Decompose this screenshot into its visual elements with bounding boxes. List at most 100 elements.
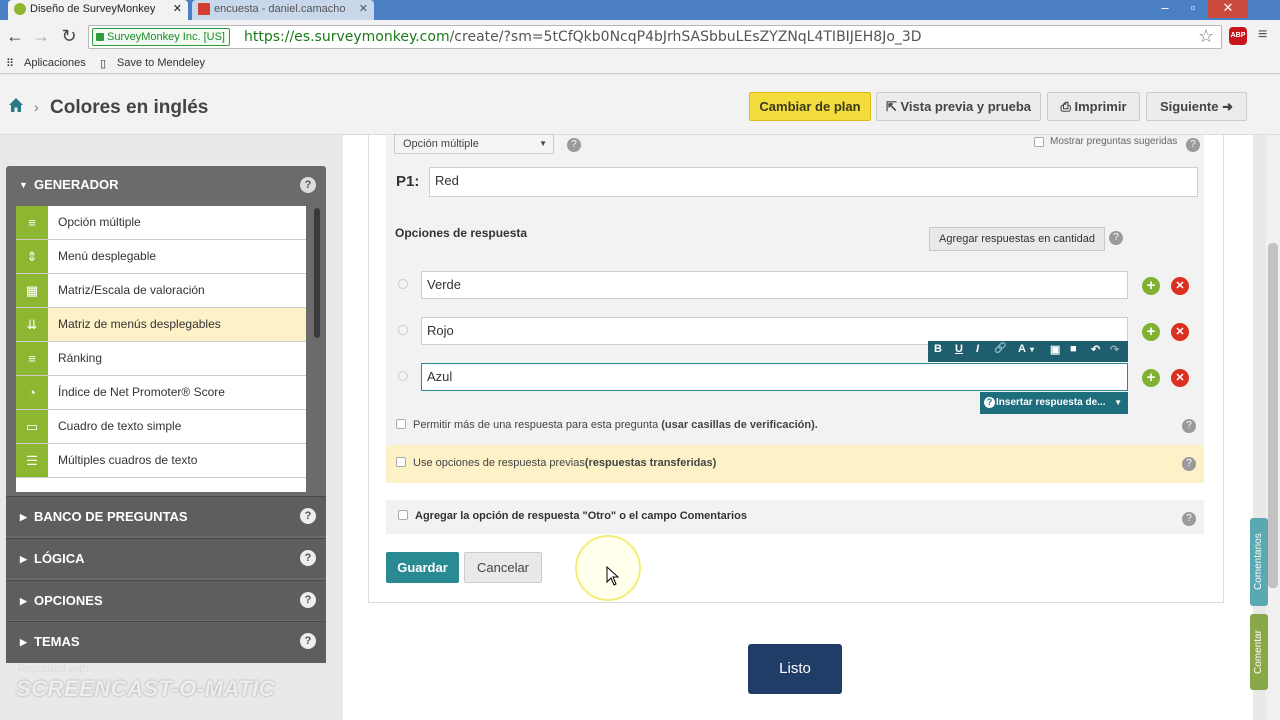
question-type-item[interactable]: ☰ Múltiples cuadros de texto bbox=[16, 444, 306, 478]
watermark-caption: Recorded with bbox=[18, 663, 89, 675]
close-icon[interactable]: ✕ bbox=[359, 0, 368, 18]
comment-side-tab[interactable]: Comentar bbox=[1250, 614, 1268, 690]
help-icon[interactable]: ? bbox=[567, 138, 581, 152]
browser-tab[interactable]: encuesta - daniel.camacho ✕ bbox=[192, 0, 374, 20]
surveymonkey-favicon bbox=[14, 3, 26, 15]
question-text-input[interactable]: Red bbox=[429, 167, 1198, 197]
help-icon[interactable]: ? bbox=[300, 508, 316, 524]
delete-answer-icon[interactable]: ✕ bbox=[1171, 277, 1189, 295]
bulk-answers-button[interactable]: Agregar respuestas en cantidad bbox=[929, 227, 1105, 251]
question-type-label: Cuadro de texto simple bbox=[58, 419, 182, 433]
minimize-icon[interactable]: – bbox=[1152, 0, 1178, 18]
section-themes[interactable]: ▶ TEMAS? bbox=[6, 621, 326, 663]
suggest-label: Mostrar preguntas sugeridas bbox=[1050, 136, 1178, 147]
delete-answer-icon[interactable]: ✕ bbox=[1171, 369, 1189, 387]
answers-label: Opciones de respuesta bbox=[395, 226, 528, 240]
help-icon[interactable]: ? bbox=[1182, 512, 1196, 526]
close-icon[interactable]: ✕ bbox=[173, 0, 182, 18]
video-icon[interactable]: ■ bbox=[1070, 343, 1077, 355]
forward-icon[interactable]: → bbox=[30, 26, 52, 48]
home-icon[interactable] bbox=[8, 97, 24, 113]
maximize-icon[interactable]: ▫ bbox=[1180, 0, 1206, 18]
image-icon[interactable]: ▣ bbox=[1050, 343, 1060, 356]
textbox-icon: ▭ bbox=[16, 410, 48, 443]
adblock-icon[interactable]: ABP bbox=[1229, 27, 1247, 45]
change-plan-button[interactable]: Cambiar de plan bbox=[749, 92, 871, 121]
preview-button[interactable]: ⇱ Vista previa y prueba bbox=[876, 92, 1041, 121]
allow-multiple-text: Permitir más de una respuesta para esta … bbox=[413, 419, 659, 431]
help-icon[interactable]: ? bbox=[300, 633, 316, 649]
help-icon[interactable]: ? bbox=[1186, 138, 1200, 152]
question-type-item[interactable]: ≡ Ránking bbox=[16, 342, 306, 376]
allow-multiple-checkbox[interactable] bbox=[396, 419, 406, 429]
grid-icon: ▦ bbox=[16, 274, 48, 307]
page-scrollbar[interactable] bbox=[1266, 135, 1280, 720]
back-icon[interactable]: ← bbox=[4, 26, 26, 48]
url-text[interactable]: https://es.surveymonkey.com/create/?sm=5… bbox=[244, 29, 922, 45]
apps-grid-icon[interactable]: ⠿ bbox=[6, 57, 14, 70]
undo-icon[interactable]: ↶ bbox=[1091, 343, 1100, 356]
triangle-right-icon: ▶ bbox=[20, 512, 27, 522]
add-answer-icon[interactable]: + bbox=[1142, 277, 1160, 295]
italic-icon[interactable]: I bbox=[976, 343, 979, 355]
suggest-checkbox[interactable] bbox=[1034, 137, 1044, 147]
insert-label: Insertar respuesta de... bbox=[996, 397, 1106, 408]
underline-icon[interactable]: U bbox=[955, 343, 963, 355]
page-scrollbar-thumb[interactable] bbox=[1268, 243, 1278, 588]
tab-title: Diseño de SurveyMonkey bbox=[30, 3, 156, 15]
answer-input-focused[interactable]: Azul bbox=[421, 363, 1128, 391]
ranking-icon: ≡ bbox=[16, 342, 48, 375]
section-question-bank[interactable]: ▶ BANCO DE PREGUNTAS? bbox=[6, 496, 326, 536]
help-icon[interactable]: ? bbox=[300, 550, 316, 566]
sidebar-scrollbar[interactable] bbox=[314, 208, 320, 338]
question-type-item[interactable]: ▦ Matriz/Escala de valoración bbox=[16, 274, 306, 308]
print-button[interactable]: ⎙ Imprimir bbox=[1047, 92, 1140, 121]
answer-input[interactable]: Verde bbox=[421, 271, 1128, 299]
delete-answer-icon[interactable]: ✕ bbox=[1171, 323, 1189, 341]
section-logic[interactable]: ▶ LÓGICA? bbox=[6, 538, 326, 578]
question-type-item[interactable]: ▭ Cuadro de texto simple bbox=[16, 410, 306, 444]
list-icon: ≡ bbox=[16, 206, 48, 239]
question-type-item[interactable]: ⇕ Menú desplegable bbox=[16, 240, 306, 274]
bookmark-mendeley[interactable]: Save to Mendeley bbox=[117, 57, 205, 69]
question-type-item[interactable]: ◔ Índice de Net Promoter® Score bbox=[16, 376, 306, 410]
add-answer-icon[interactable]: + bbox=[1142, 323, 1160, 341]
next-button[interactable]: Siguiente ➜ bbox=[1146, 92, 1247, 121]
question-type-select[interactable]: Opción múltiple ▼ bbox=[394, 134, 554, 154]
bookmark-apps[interactable]: Aplicaciones bbox=[24, 57, 86, 69]
arrow-right-icon: ➜ bbox=[1218, 99, 1234, 114]
help-icon[interactable]: ? bbox=[1182, 457, 1196, 471]
help-icon[interactable]: ? bbox=[1182, 419, 1196, 433]
insert-answer-dropdown[interactable]: ? Insertar respuesta de... ▼ bbox=[980, 392, 1128, 414]
reload-icon[interactable]: ↻ bbox=[58, 26, 80, 48]
section-options[interactable]: ▶ OPCIONES? bbox=[6, 580, 326, 620]
close-window-icon[interactable]: ✕ bbox=[1208, 0, 1248, 18]
bookmark-star-icon[interactable]: ☆ bbox=[1198, 26, 1214, 47]
print-label: Imprimir bbox=[1074, 99, 1127, 114]
comments-side-tab[interactable]: Comentarios bbox=[1250, 518, 1268, 606]
cancel-button[interactable]: Cancelar bbox=[464, 552, 542, 583]
breadcrumb-chevron-icon: › bbox=[34, 99, 39, 115]
browser-tab-active[interactable]: Diseño de SurveyMonkey ✕ bbox=[8, 0, 188, 20]
text-color-icon[interactable]: A bbox=[1018, 343, 1026, 355]
bold-icon[interactable]: B bbox=[934, 343, 942, 355]
caret-down-icon[interactable]: ▾ bbox=[1030, 345, 1034, 354]
browser-menu-icon[interactable]: ≡ bbox=[1258, 26, 1267, 44]
answer-radio bbox=[398, 279, 408, 289]
other-option-label: Agregar la opción de respuesta "Otro" o … bbox=[415, 510, 747, 522]
generator-section-header[interactable]: ▼ GENERADOR ? bbox=[6, 166, 326, 204]
link-icon[interactable]: 🔗 bbox=[994, 343, 1006, 354]
help-icon[interactable]: ? bbox=[300, 592, 316, 608]
question-type-item-selected[interactable]: ⇊ Matriz de menús desplegables bbox=[16, 308, 306, 342]
triangle-right-icon: ▶ bbox=[20, 596, 27, 606]
transfer-checkbox[interactable] bbox=[396, 457, 406, 467]
help-icon[interactable]: ? bbox=[1109, 231, 1123, 245]
done-button[interactable]: Listo bbox=[748, 644, 842, 694]
other-option-checkbox[interactable] bbox=[398, 510, 408, 520]
redo-icon[interactable]: ↷ bbox=[1110, 343, 1119, 356]
secure-badge[interactable]: SurveyMonkey Inc. [US] bbox=[92, 28, 230, 46]
help-icon[interactable]: ? bbox=[300, 177, 316, 193]
question-type-item[interactable]: ≡ Opción múltiple bbox=[16, 206, 306, 240]
add-answer-icon[interactable]: + bbox=[1142, 369, 1160, 387]
save-button[interactable]: Guardar bbox=[386, 552, 459, 583]
